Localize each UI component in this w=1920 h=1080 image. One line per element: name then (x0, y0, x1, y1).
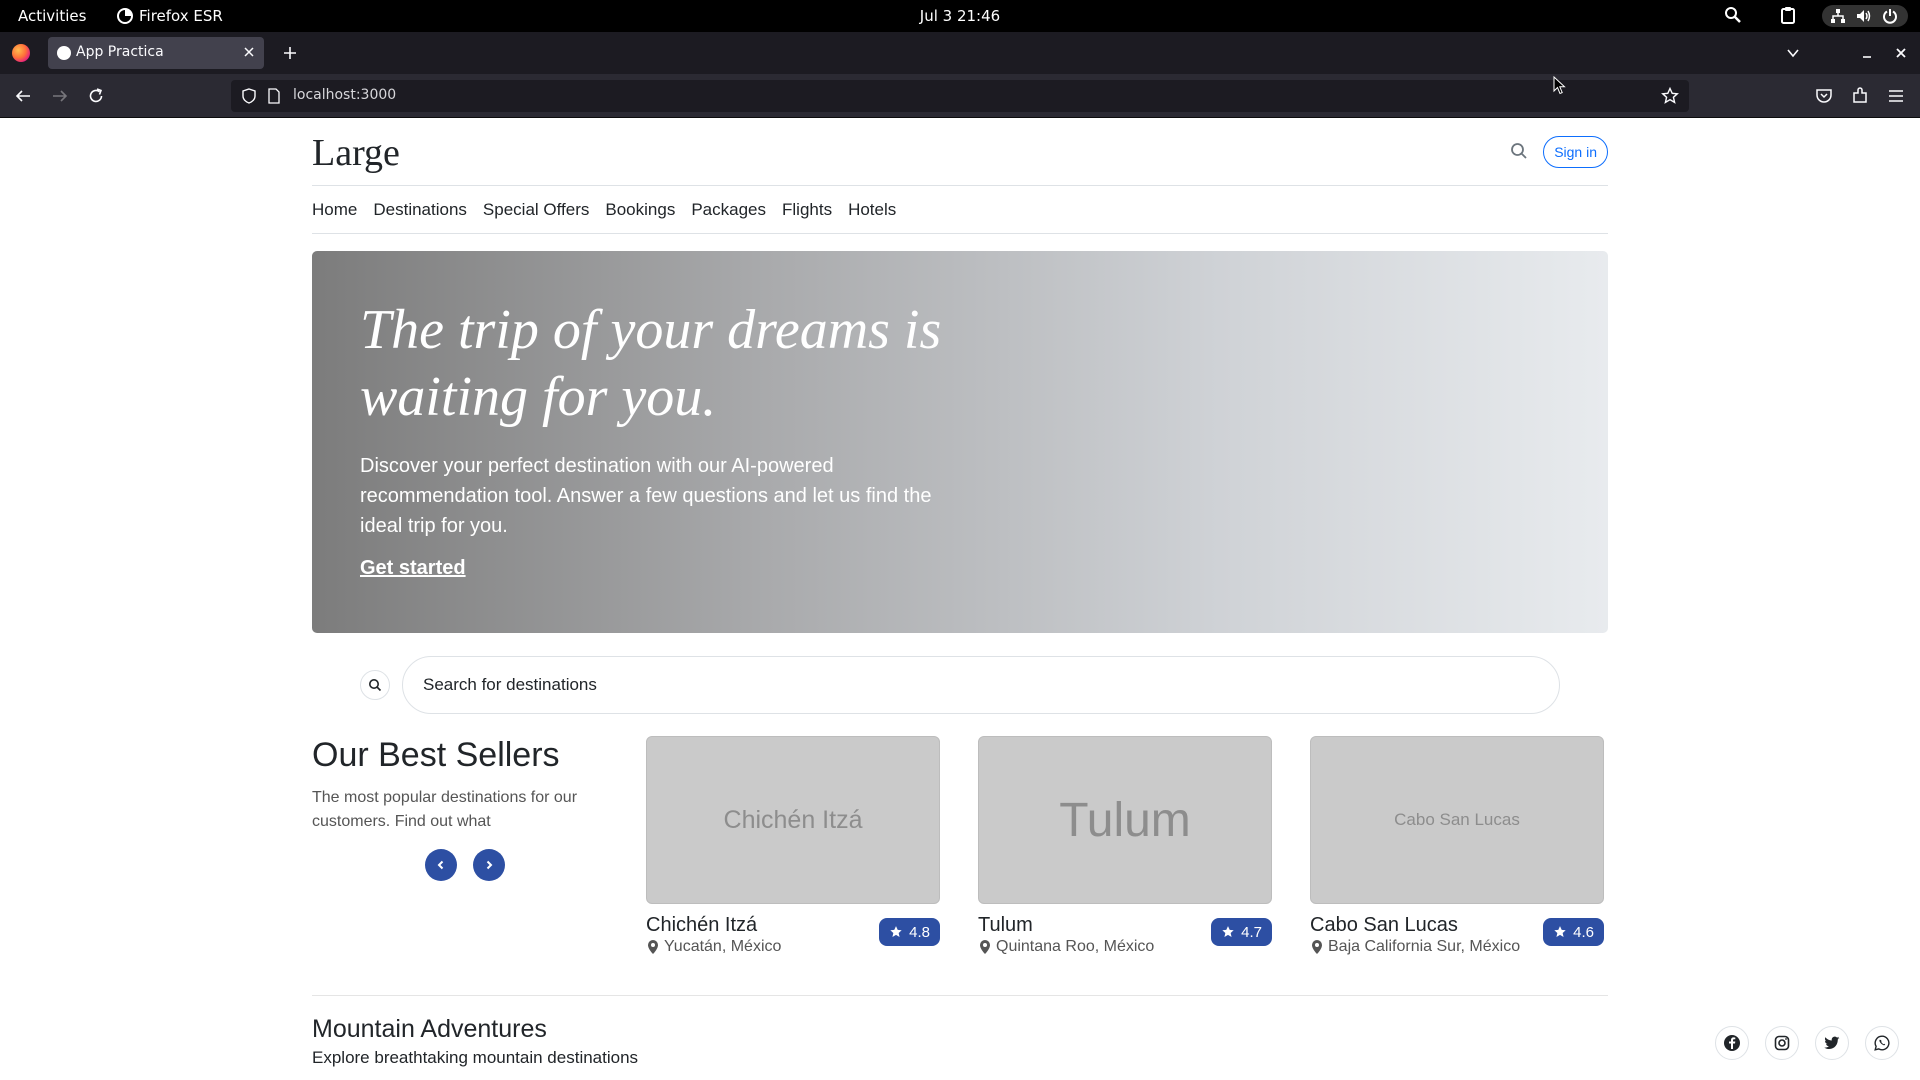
star-icon (1554, 926, 1566, 937)
card-location: Baja California Sur, México (1310, 938, 1520, 956)
card-title[interactable]: Cabo San Lucas (1310, 914, 1458, 937)
rating-value: 4.7 (1241, 923, 1262, 941)
section-divider (312, 995, 1608, 996)
page-info-icon[interactable] (267, 88, 281, 104)
site-brand[interactable]: Large (312, 131, 400, 175)
map-pin-icon (1312, 940, 1322, 954)
best-sellers-section: Our Best Sellers The most popular destin… (312, 736, 1608, 976)
destination-card[interactable]: Cabo San Lucas Cabo San Lucas Baja Calif… (1310, 736, 1604, 976)
mouse-cursor-icon (1553, 76, 1566, 95)
facebook-icon[interactable] (1715, 1026, 1749, 1060)
app-menu[interactable]: Firefox ESR (117, 7, 223, 25)
tab-favicon-icon (57, 46, 71, 60)
menu-hamburger-icon[interactable] (1887, 87, 1905, 105)
activities-button[interactable]: Activities (18, 7, 86, 25)
pocket-icon[interactable] (1815, 87, 1833, 105)
card-title[interactable]: Chichén Itzá (646, 914, 757, 937)
star-icon (890, 926, 902, 937)
rating-badge: 4.8 (879, 918, 940, 946)
instagram-icon[interactable] (1765, 1026, 1799, 1060)
tab-app-practica[interactable]: App Practica (48, 37, 264, 69)
rating-value: 4.8 (909, 923, 930, 941)
firefox-app-icon (117, 8, 133, 24)
card-image[interactable]: Cabo San Lucas (1310, 736, 1604, 904)
url-text: localhost:3000 (293, 87, 397, 103)
url-bar[interactable]: localhost:3000 (231, 80, 1689, 112)
forward-icon[interactable] (51, 87, 69, 105)
firefox-view-icon[interactable] (12, 44, 30, 62)
search-icon[interactable] (1510, 142, 1528, 160)
sign-in-button[interactable]: Sign in (1543, 136, 1608, 168)
mountain-title: Mountain Adventures (312, 1015, 547, 1043)
hero-banner: The trip of your dreams is waiting for y… (312, 251, 1608, 633)
system-top-bar: Activities Firefox ESR Jul 3 21:46 (0, 0, 1920, 32)
app-menu-label: Firefox ESR (139, 7, 223, 25)
tab-close-icon[interactable] (242, 45, 256, 59)
rating-badge: 4.7 (1211, 918, 1272, 946)
new-tab-icon[interactable] (282, 45, 298, 61)
card-location-text: Quintana Roo, México (996, 938, 1155, 955)
list-all-tabs-icon[interactable] (1786, 46, 1800, 60)
card-location-text: Baja California Sur, México (1328, 938, 1521, 955)
bookmark-star-icon[interactable] (1661, 87, 1679, 105)
nav-destinations[interactable]: Destinations (373, 200, 467, 220)
whatsapp-icon[interactable] (1865, 1026, 1899, 1060)
browser-nav-bar: localhost:3000 (0, 74, 1920, 118)
chevron-right-icon (486, 860, 493, 870)
extensions-icon[interactable] (1851, 87, 1869, 105)
rating-value: 4.6 (1573, 923, 1594, 941)
nav-packages[interactable]: Packages (691, 200, 766, 220)
minimize-icon[interactable] (1860, 46, 1874, 60)
reload-icon[interactable] (87, 87, 105, 105)
card-title[interactable]: Tulum (978, 914, 1033, 937)
mountain-adventures-section: Mountain Adventures Explore breathtaking… (312, 1015, 1608, 1075)
nav-hotels[interactable]: Hotels (848, 200, 896, 220)
system-status-menu[interactable] (1822, 5, 1908, 27)
card-location: Quintana Roo, México (978, 938, 1154, 956)
site-header: Large Sign in (312, 118, 1608, 186)
best-sellers-subtitle: The most popular destinations for our cu… (312, 789, 578, 830)
nav-bookings[interactable]: Bookings (605, 200, 675, 220)
back-icon[interactable] (14, 87, 32, 105)
card-location: Yucatán, México (646, 938, 781, 956)
tab-title: App Practica (76, 44, 164, 60)
carousel-next-button[interactable] (473, 849, 505, 881)
search-tray-icon[interactable] (1724, 6, 1742, 24)
power-icon (1883, 9, 1897, 24)
volume-icon (1857, 10, 1871, 22)
destination-card[interactable]: Tulum Tulum Quintana Roo, México 4.7 (978, 736, 1272, 976)
clock[interactable]: Jul 3 21:46 (920, 7, 1000, 25)
card-image[interactable]: Chichén Itzá (646, 736, 940, 904)
web-page: Large Sign in Home Destinations Special … (0, 118, 1920, 1080)
window-close-icon[interactable] (1894, 46, 1908, 60)
nav-flights[interactable]: Flights (782, 200, 832, 220)
destination-search (312, 656, 1608, 714)
chevron-left-icon (437, 860, 444, 870)
star-icon (1222, 926, 1234, 937)
nav-home[interactable]: Home (312, 200, 357, 220)
mountain-subtitle: Explore breathtaking mountain destinatio… (312, 1048, 639, 1067)
clipboard-icon[interactable] (1780, 6, 1796, 24)
tracking-protection-icon[interactable] (241, 88, 257, 104)
destination-search-input[interactable] (402, 656, 1560, 714)
map-pin-icon (648, 940, 658, 954)
hero-lead: Discover your perfect destination with o… (360, 455, 932, 537)
hero-title: The trip of your dreams is waiting for y… (360, 299, 942, 428)
destination-card[interactable]: Chichén Itzá Chichén Itzá Yucatán, Méxic… (646, 736, 940, 976)
carousel-prev-button[interactable] (425, 849, 457, 881)
twitter-icon[interactable] (1815, 1026, 1849, 1060)
card-location-text: Yucatán, México (664, 938, 782, 955)
get-started-link[interactable]: Get started (360, 557, 466, 580)
rating-badge: 4.6 (1543, 918, 1604, 946)
map-pin-icon (980, 940, 990, 954)
main-nav: Home Destinations Special Offers Booking… (312, 186, 1608, 234)
card-image[interactable]: Tulum (978, 736, 1272, 904)
network-icon (1831, 9, 1845, 23)
best-sellers-title: Our Best Sellers (312, 736, 560, 774)
search-icon[interactable] (360, 670, 390, 700)
browser-tab-bar: App Practica (0, 32, 1920, 74)
nav-special-offers[interactable]: Special Offers (483, 200, 589, 220)
